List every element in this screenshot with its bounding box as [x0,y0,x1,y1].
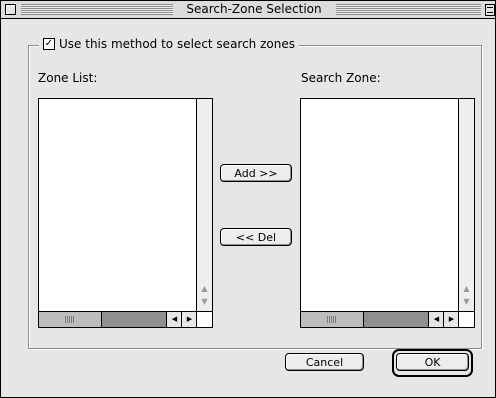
scroll-left-arrow-icon[interactable]: ◀ [166,312,182,327]
scroll-up-arrow-icon[interactable]: ▲ [459,283,474,295]
ok-default-ring: OK [392,349,473,377]
zone-list-content[interactable] [39,99,196,311]
scroll-up-arrow-icon[interactable]: ▲ [197,283,212,295]
scroll-left-arrow-icon[interactable]: ◀ [428,312,444,327]
dialog-window: Search-Zone Selection ✓ Use this method … [0,0,496,398]
add-button[interactable]: Add >> [220,164,292,182]
zone-list-vertical-scrollbar[interactable]: ▲ ▼ [196,99,212,311]
scrollbar-corner [458,311,474,327]
title-bar[interactable]: Search-Zone Selection [1,1,495,19]
scroll-thumb[interactable] [39,312,102,327]
use-method-label: Use this method to select search zones [59,37,295,51]
search-zone-list-content[interactable] [301,99,458,311]
use-method-checkbox-row[interactable]: ✓ Use this method to select search zones [39,36,299,52]
zone-list-horizontal-scrollbar[interactable]: ◀ ▶ [39,311,197,327]
cancel-button[interactable]: Cancel [285,353,364,371]
close-box-icon[interactable] [5,4,16,15]
zone-list-label: Zone List: [38,71,98,85]
thumb-grip-icon [65,316,75,323]
scrollbar-corner [196,311,212,327]
use-method-checkbox[interactable]: ✓ [43,38,55,50]
title-bar-stripes-right [336,4,481,15]
window-title: Search-Zone Selection [175,2,333,16]
search-zone-horizontal-scrollbar[interactable]: ◀ ▶ [301,311,459,327]
zone-list-box[interactable]: ▲ ▼ ◀ ▶ [38,98,213,328]
search-zone-label: Search Zone: [301,71,381,85]
thumb-grip-icon [327,316,337,323]
scroll-right-arrow-icon[interactable]: ▶ [181,312,197,327]
scroll-down-arrow-icon[interactable]: ▼ [197,296,212,308]
search-zone-vertical-scrollbar[interactable]: ▲ ▼ [458,99,474,311]
checkmark-icon: ✓ [44,38,54,49]
scroll-right-arrow-icon[interactable]: ▶ [443,312,459,327]
search-zone-list-box[interactable]: ▲ ▼ ◀ ▶ [300,98,475,328]
scroll-down-arrow-icon[interactable]: ▼ [459,296,474,308]
title-bar-stripes-left [21,4,173,15]
scroll-thumb[interactable] [301,312,364,327]
del-button[interactable]: << Del [220,228,292,246]
ok-button[interactable]: OK [396,353,469,371]
zoom-box-icon[interactable] [485,4,495,16]
